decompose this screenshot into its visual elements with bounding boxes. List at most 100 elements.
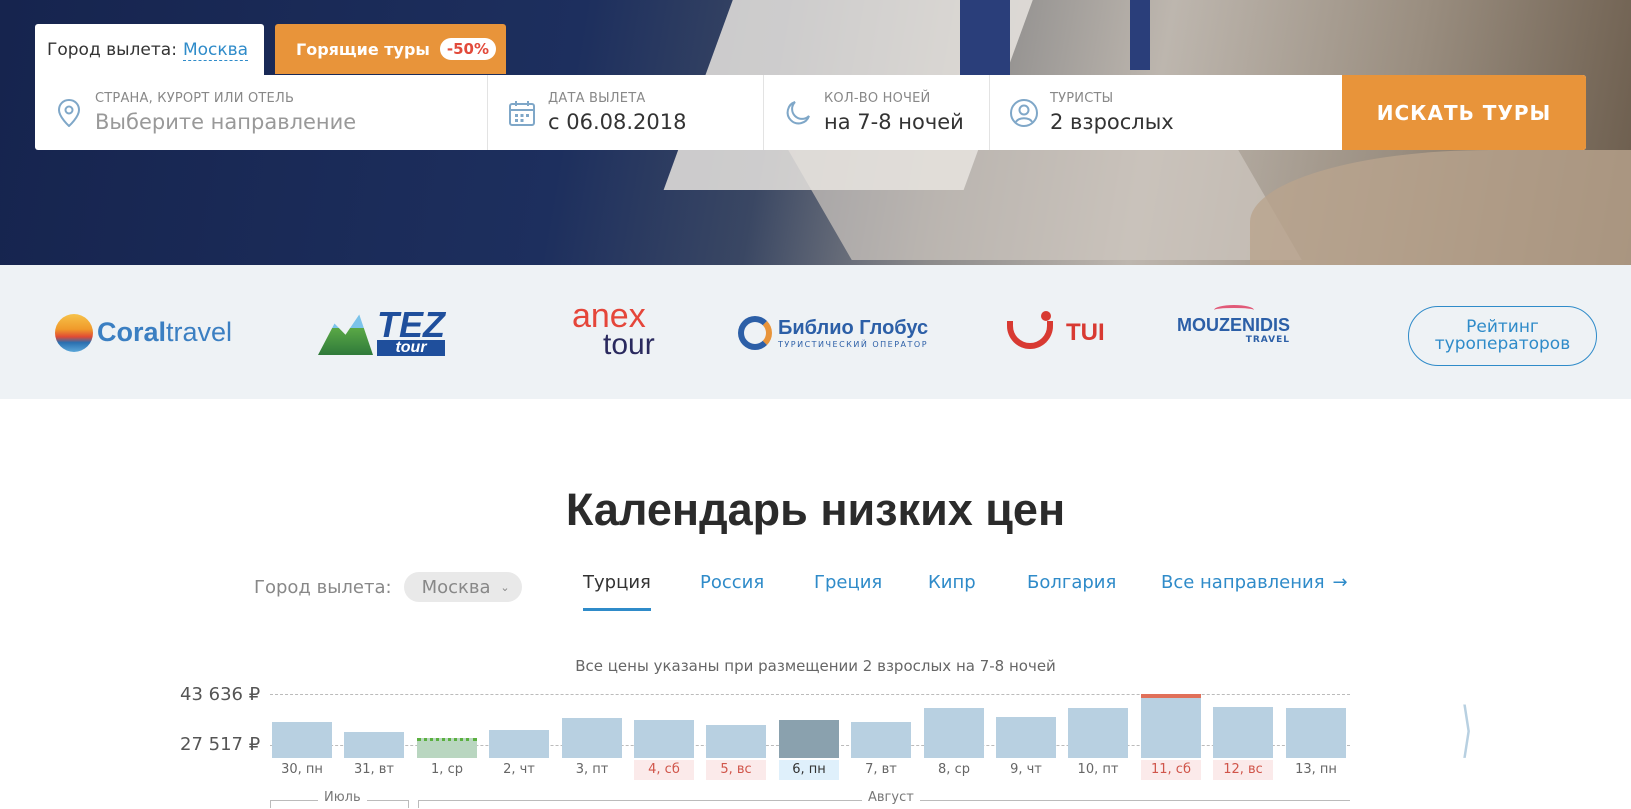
tab-greece[interactable]: Греция [814,572,882,593]
chevron-down-icon: ⌄ [500,580,510,594]
departure-city-link[interactable]: Москва [182,40,249,61]
departure-date-field[interactable]: Дата вылета с 06.08.2018 [488,75,764,150]
y-min-label: 27 517 ₽ [180,734,261,755]
calendar-city-value: Москва [421,576,491,598]
calendar-icon [508,99,536,127]
day-label[interactable]: 31, вт [344,760,404,780]
coral-ball-icon [55,313,93,352]
day-label[interactable]: 5, вс [706,760,766,780]
min-price-marker [417,737,477,741]
tour-operators-strip: Coraltravel TEZ tour anex tour Библио Гл… [0,265,1631,399]
price-bar[interactable] [562,717,622,758]
hero-bg-shape [1250,150,1631,265]
tui-wordmark: TUI [1066,318,1105,346]
departure-date-value[interactable]: с 06.08.2018 [548,110,686,134]
month-label-july: Июль [318,790,367,805]
biblio-globus-tagline: ТУРИСТИЧЕСКИЙ ОПЕРАТОР [778,339,929,349]
hero-bg-shape [1130,0,1150,70]
max-price-marker [1141,694,1201,698]
tab-russia[interactable]: Россия [700,572,764,593]
calendar-city-row: Город вылета: Москва ⌄ [254,572,522,602]
globe-ring-icon [738,315,772,350]
day-label[interactable]: 1, ср [417,760,477,780]
coral-travel-wordmark: Coraltravel [97,317,233,347]
price-bar[interactable] [779,720,839,758]
nights-field[interactable]: Кол-во ночей на 7-8 ночей [764,75,990,150]
day-label[interactable]: 2, чт [489,760,549,780]
moon-icon [784,99,812,127]
price-bar[interactable] [706,724,766,758]
month-label-august: Август [862,790,920,805]
low-price-calendar-title: Календарь низких цен [565,484,1066,535]
y-max-label: 43 636 ₽ [180,684,261,705]
price-bar[interactable] [924,707,984,758]
destination-placeholder[interactable]: Выберите направление [95,110,356,134]
destination-field[interactable]: Страна, курорт или отель Выберите направ… [35,75,488,150]
day-label[interactable]: 12, вс [1213,760,1273,780]
coral-travel-logo[interactable]: Coraltravel [55,305,232,360]
price-note: Все цены указаны при размещении 2 взросл… [575,657,1056,675]
biblio-globus-wordmark: Библио Глобус [778,316,929,339]
biblio-globus-logo[interactable]: Библио Глобус ТУРИСТИЧЕСКИЙ ОПЕРАТОР [738,305,928,360]
tourists-label: Туристы [1050,91,1114,106]
location-pin-icon [55,98,83,127]
day-label[interactable]: 9, чт [996,760,1056,780]
day-label[interactable]: 6, пн [779,760,839,780]
day-label[interactable]: 7, вт [851,760,911,780]
price-bar[interactable] [489,730,549,758]
hero-banner: Город вылета: Москва Горящие туры -50% С… [0,0,1631,265]
tab-all-destinations[interactable]: Все направления → [1161,572,1348,593]
wave-icon [1213,305,1254,315]
hero-bg-shape [960,0,1010,80]
anex-wordmark: anex [571,297,646,335]
discount-badge: -50% [439,38,496,60]
destination-label: Страна, курорт или отель [95,91,295,106]
tourists-field[interactable]: Туристы 2 взрослых [990,75,1342,150]
calendar-city-label: Город вылета: [254,576,392,598]
day-label[interactable]: 13, пн [1286,760,1346,780]
calendar-city-select[interactable]: Москва ⌄ [403,572,522,602]
price-bar[interactable] [417,737,477,758]
price-bar[interactable] [344,731,404,758]
operator-rating-button[interactable]: Рейтинг туроператоров [1408,306,1597,366]
tab-turkey[interactable]: Турция [583,572,651,611]
tourists-value[interactable]: 2 взрослых [1050,110,1174,134]
tez-tour-wordmark: TEZ tour [377,303,445,356]
day-label[interactable]: 30, пн [272,760,332,780]
user-icon [1010,98,1038,127]
price-bar[interactable] [1213,707,1273,758]
day-label[interactable]: 11, сб [1141,760,1201,780]
departure-city-label: Город вылета: [47,40,177,60]
anex-tour-logo[interactable]: anex tour [563,297,655,361]
price-bar[interactable] [1068,708,1128,758]
price-bar[interactable] [272,722,332,758]
day-label[interactable]: 10, пт [1068,760,1128,780]
price-bar[interactable] [996,716,1056,758]
departure-date-label: Дата вылета [548,91,646,106]
mountain-icon [318,314,373,355]
hot-tours-label: Горящие туры [296,39,430,59]
mouzenidis-wordmark: MOUZENIDIS [1177,315,1291,335]
price-bar[interactable] [1286,708,1346,758]
search-tours-button[interactable]: ИСКАТЬ ТУРЫ [1342,75,1586,150]
chevron-right-icon[interactable]: ⟩ [1461,700,1473,760]
tab-cyprus[interactable]: Кипр [928,572,976,593]
arrow-right-icon: → [1332,572,1348,593]
day-label[interactable]: 3, пт [562,760,622,780]
price-bar[interactable] [1141,694,1201,758]
all-destinations-label: Все направления [1161,572,1325,593]
anex-tour-wordmark: tour [603,328,655,361]
tui-logo[interactable]: TUI [1003,305,1105,360]
day-label[interactable]: 8, ср [924,760,984,780]
mouzenidis-tagline: TRAVEL [1245,335,1291,345]
hot-tours-tab[interactable]: Горящие туры -50% [275,24,506,74]
tab-bulgaria[interactable]: Болгария [1027,572,1116,593]
mouzenidis-logo[interactable]: MOUZENIDIS TRAVEL [1177,305,1290,360]
nights-label: Кол-во ночей [824,91,931,106]
price-bar[interactable] [851,721,911,758]
price-bar[interactable] [634,720,694,758]
day-label[interactable]: 4, сб [634,760,694,780]
nights-value[interactable]: на 7-8 ночей [824,110,964,134]
tez-tour-logo[interactable]: TEZ tour [318,305,445,360]
search-bar: Страна, курорт или отель Выберите направ… [35,75,1586,150]
